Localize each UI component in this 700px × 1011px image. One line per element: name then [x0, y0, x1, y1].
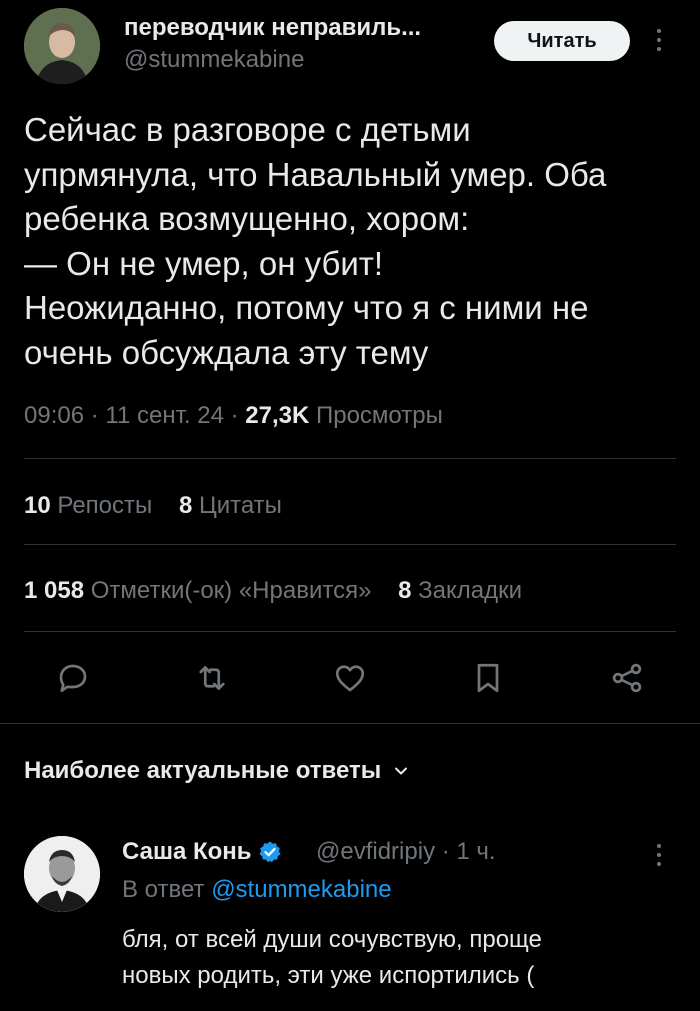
quotes-label: Цитаты: [198, 492, 282, 519]
reply-to-line: В ответ @stummekabine: [122, 876, 392, 904]
reply-more-options-icon[interactable]: [656, 844, 662, 866]
reply-author-name-row[interactable]: Саша Конь: [122, 838, 282, 866]
author-avatar[interactable]: [24, 8, 100, 84]
reply-to-handle-link[interactable]: @stummekabine: [211, 876, 391, 903]
likes-count: 1 058: [24, 577, 85, 604]
reply-to-prefix: В ответ: [122, 876, 205, 903]
views-count: 27,3K: [245, 402, 310, 429]
tweet-date[interactable]: 11 сент. 24: [105, 402, 224, 429]
likes-label: Отметки(-ок) «Нравится»: [90, 577, 372, 604]
separator: ·: [223, 402, 246, 429]
separator: ·: [84, 402, 106, 429]
author-name[interactable]: переводчик неправиль...: [124, 14, 421, 42]
share-icon[interactable]: [607, 658, 647, 698]
divider: [24, 631, 676, 632]
follow-button[interactable]: Читать: [494, 21, 630, 61]
reply-meta: @evfidripiy · 1 ч.: [316, 838, 496, 866]
tweet-meta: 09:06 · 11 сент. 24 · 27,3K Просмотры: [24, 402, 443, 430]
quotes-count: 8: [178, 492, 193, 519]
reply-time[interactable]: 1 ч.: [456, 838, 495, 865]
quotes-stat[interactable]: 8 Цитаты: [179, 492, 282, 519]
likes-stat[interactable]: 1 058 Отметки(-ок) «Нравится»: [24, 577, 371, 604]
reposts-stat[interactable]: 10 Репосты: [24, 492, 152, 519]
tweet-time[interactable]: 09:06: [24, 402, 84, 429]
verified-badge-icon: [259, 841, 281, 863]
views-label: Просмотры: [315, 402, 443, 429]
tweet-text: Сейчас в разговоре с детьми упрмянула, ч…: [24, 111, 607, 371]
chevron-down-icon: [395, 767, 408, 775]
reposts-count: 10: [24, 492, 51, 519]
separator: ·: [435, 838, 457, 865]
stats-row-likes: 1 058 Отметки(-ок) «Нравится» 8 Закладки: [24, 577, 522, 605]
divider: [24, 544, 676, 545]
reply-text: бля, от всей души сочувствую, проще новы…: [122, 926, 542, 989]
bookmark-icon[interactable]: [468, 658, 508, 698]
replies-sort-dropdown[interactable]: Наиболее актуальные ответы: [24, 757, 411, 785]
author-handle[interactable]: @stummekabine: [124, 46, 304, 74]
reposts-label: Репосты: [57, 492, 153, 519]
reply-author-name: Саша Конь: [122, 838, 252, 865]
stats-row-reposts: 10 Репосты 8 Цитаты: [24, 492, 282, 520]
section-divider: [0, 723, 700, 724]
divider: [24, 458, 676, 459]
reply-author-handle[interactable]: @evfidripiy: [316, 838, 435, 865]
replies-heading: Наиболее актуальные ответы: [24, 757, 382, 784]
bookmarks-label: Закладки: [418, 577, 523, 604]
more-options-icon[interactable]: [656, 29, 662, 51]
bookmarks-count: 8: [398, 577, 412, 604]
retweet-icon[interactable]: [192, 658, 232, 698]
like-icon[interactable]: [330, 658, 370, 698]
reply-author-avatar[interactable]: [24, 836, 100, 912]
bookmarks-stat[interactable]: 8 Закладки: [398, 577, 522, 604]
reply-icon[interactable]: [53, 658, 93, 698]
